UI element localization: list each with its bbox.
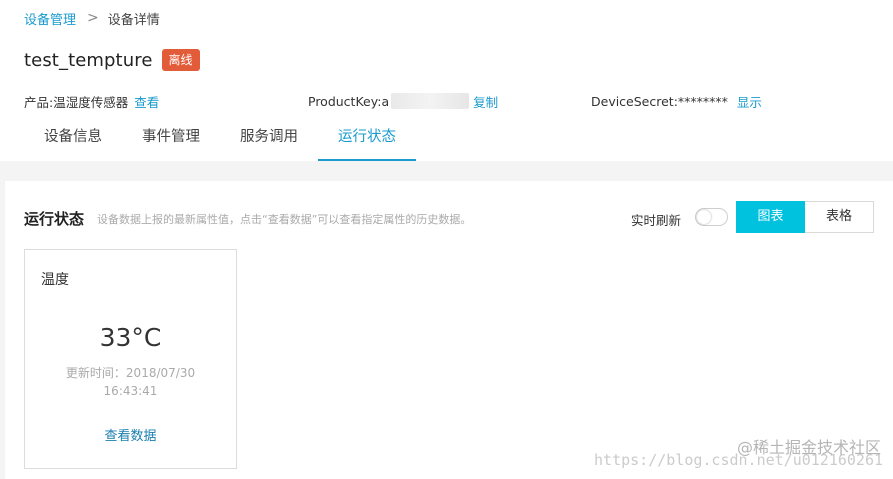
table-view-button[interactable]: 表格 xyxy=(805,201,874,233)
device-header: 设备管理 > 设备详情 test_tempture 离线 产品: 温湿度传感器 … xyxy=(0,0,893,161)
show-secret-link[interactable]: 显示 xyxy=(737,92,762,111)
tab-service-invocation[interactable]: 服务调用 xyxy=(220,117,318,161)
section-description: 设备数据上报的最新属性值，点击“查看数据”可以查看指定属性的历史数据。 xyxy=(97,213,472,226)
breadcrumb-current: 设备详情 xyxy=(107,12,160,28)
view-switch: 图表 表格 xyxy=(736,201,874,233)
view-product-link[interactable]: 查看 xyxy=(134,92,159,111)
updated-time: 16:43:41 xyxy=(103,384,158,398)
tab-event-management[interactable]: 事件管理 xyxy=(122,117,220,161)
breadcrumb: 设备管理 > 设备详情 xyxy=(24,9,160,28)
productkey-value: a xyxy=(381,93,390,109)
secret-value: ******** xyxy=(677,93,728,109)
title-row: test_tempture 离线 xyxy=(24,47,200,73)
tab-running-status[interactable]: 运行状态 xyxy=(318,117,416,161)
product-label: 产品: xyxy=(24,94,54,110)
productkey-label: ProductKey: xyxy=(308,93,382,109)
chart-view-button[interactable]: 图表 xyxy=(736,201,805,233)
section-title: 运行状态 xyxy=(24,210,85,228)
secret-info: DeviceSecret: ******** 显示 xyxy=(591,91,762,111)
property-name: 温度 xyxy=(41,272,69,288)
device-name: test_tempture xyxy=(24,49,153,71)
product-value: 温湿度传感器 xyxy=(53,94,129,110)
updated-date: 2018/07/30 xyxy=(125,366,196,380)
watermark-brand: @稀土掘金技术社区 xyxy=(736,438,881,457)
productkey-info: ProductKey: a 复制 xyxy=(308,91,498,111)
view-data-link[interactable]: 查看数据 xyxy=(25,425,236,444)
secret-label: DeviceSecret: xyxy=(591,93,678,109)
tab-device-info[interactable]: 设备信息 xyxy=(24,117,122,161)
property-updated-time: 更新时间：2018/07/30 16:43:41 xyxy=(25,364,236,400)
toggle-knob xyxy=(697,210,711,224)
detail-tabs: 设备信息 事件管理 服务调用 运行状态 xyxy=(24,117,416,161)
updated-label: 更新时间： xyxy=(65,366,126,380)
realtime-refresh-label: 实时刷新 xyxy=(631,213,682,228)
productkey-masked xyxy=(391,93,470,109)
property-card: 温度 33°C 更新时间：2018/07/30 16:43:41 查看数据 xyxy=(24,249,237,469)
device-meta: 产品: 温湿度传感器 查看 ProductKey: a 复制 DeviceSec… xyxy=(0,91,893,111)
realtime-refresh-toggle[interactable] xyxy=(695,208,728,226)
product-info: 产品: 温湿度传感器 查看 xyxy=(24,91,159,111)
property-value: 33°C xyxy=(99,323,162,352)
chevron-right-icon: > xyxy=(87,10,99,26)
status-badge: 离线 xyxy=(161,49,200,71)
breadcrumb-device-management[interactable]: 设备管理 xyxy=(24,9,76,28)
copy-productkey-link[interactable]: 复制 xyxy=(473,92,498,111)
